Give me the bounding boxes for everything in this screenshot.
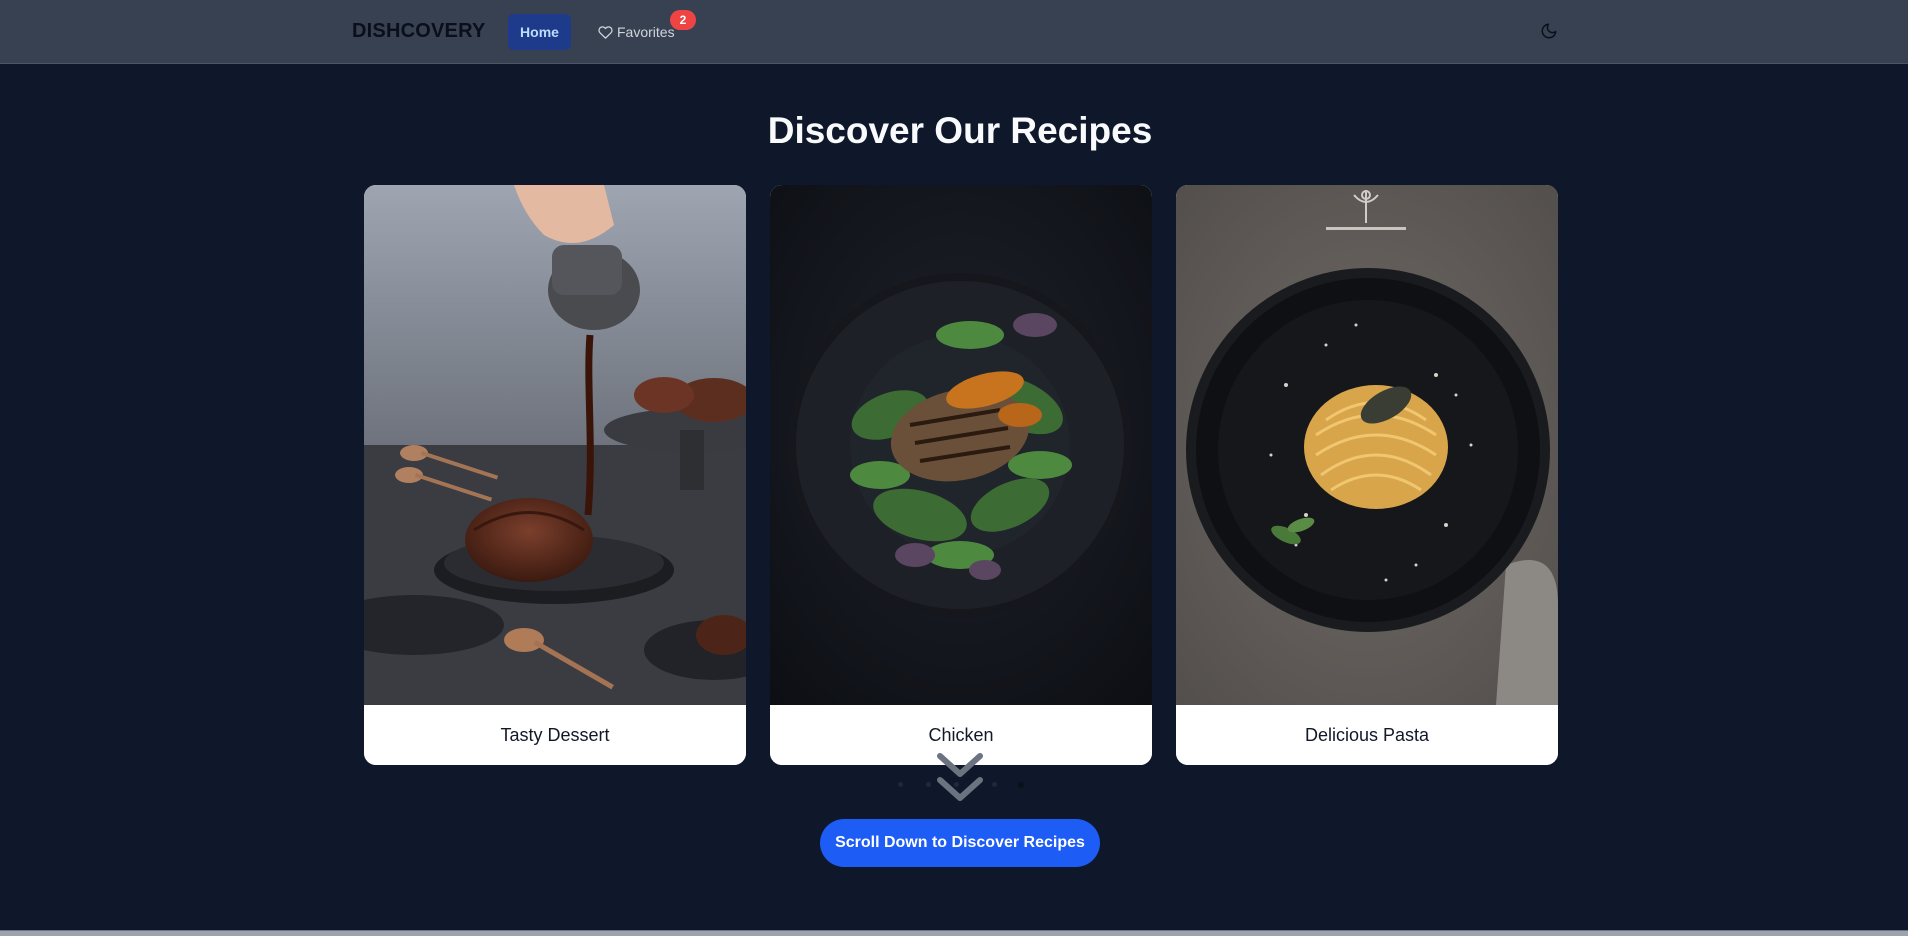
pasta-plate-photo [1176, 185, 1558, 705]
favorites-label: Favorites [617, 24, 675, 40]
recipe-card[interactable]: Chicken [770, 185, 1152, 765]
recipe-card[interactable]: Tasty Dessert [364, 185, 746, 765]
scroll-down-button[interactable]: Scroll Down to Discover Recipes [820, 819, 1100, 867]
nav-favorites-link[interactable]: Favorites [598, 14, 675, 50]
recipe-card-title: Delicious Pasta [1176, 705, 1558, 765]
carousel-dot-active[interactable] [1018, 782, 1024, 788]
favorites-count-badge: 2 [670, 10, 696, 30]
recipe-card[interactable]: Delicious Pasta [1176, 185, 1558, 765]
carousel-dot[interactable] [926, 782, 931, 787]
horizontal-scrollbar[interactable] [0, 930, 1908, 936]
carousel-dot[interactable] [898, 782, 903, 787]
chocolate-lava-cake-photo [364, 185, 746, 705]
top-navbar: DISHCOVERY Home Favorites 2 [0, 0, 1908, 64]
grilled-chicken-salad-photo [770, 185, 1152, 705]
recipe-card-title: Tasty Dessert [364, 705, 746, 765]
page-title: Discover Our Recipes [767, 110, 1153, 151]
theme-toggle-button[interactable] [1538, 20, 1560, 42]
nav-home-link[interactable]: Home [508, 14, 571, 50]
heart-icon [598, 25, 613, 39]
carousel-dot[interactable] [992, 782, 997, 787]
chevrons-down-icon [937, 753, 983, 801]
brand-logo[interactable]: DISHCOVERY [352, 20, 486, 43]
moon-icon [1541, 23, 1557, 39]
